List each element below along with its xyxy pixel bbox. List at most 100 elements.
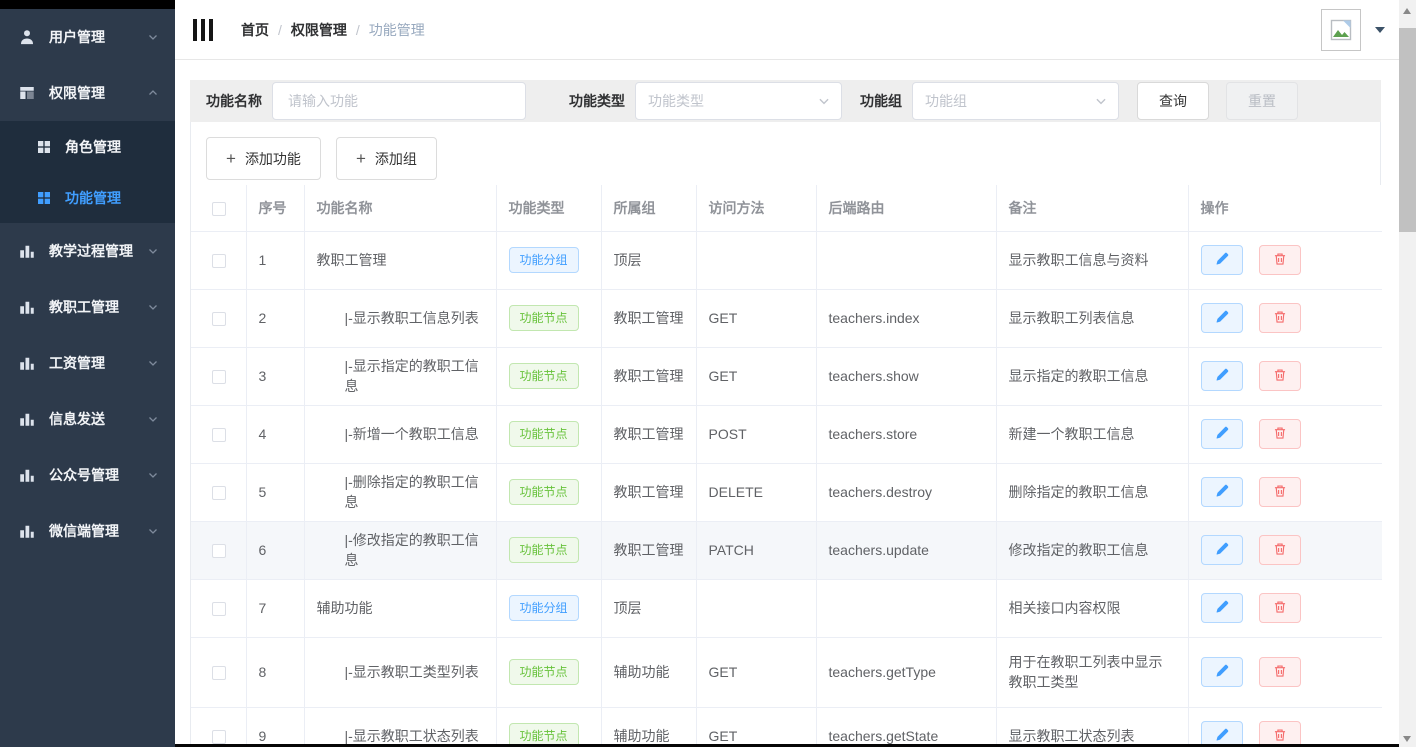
type-filter-label: 功能类型	[569, 93, 625, 109]
add-group-button[interactable]: 添加组	[335, 137, 437, 180]
cell-remark: 相关接口内容权限	[996, 579, 1189, 638]
edit-button[interactable]	[1200, 361, 1243, 391]
cell-method: GET	[696, 707, 817, 747]
cell-group: 顶层	[601, 579, 697, 638]
group-filter-placeholder: 功能组	[925, 93, 967, 109]
type-filter-select[interactable]: 功能类型	[635, 82, 842, 120]
edit-button[interactable]	[1200, 535, 1243, 565]
cell-type: 功能节点	[496, 521, 602, 580]
sidebar-item-wechat-management[interactable]: 微信端管理	[0, 503, 175, 559]
reset-button[interactable]: 重置	[1226, 82, 1298, 120]
name-filter-input[interactable]	[272, 82, 526, 120]
cell-type: 功能节点	[496, 347, 602, 406]
table-row: 8 |-显示教职工类型列表 功能节点 辅助功能 GET teachers.getType 用…	[191, 637, 1382, 708]
pencil-icon	[1215, 664, 1229, 681]
cell-route: teachers.show	[816, 347, 997, 406]
sidebar-item-salary-management[interactable]: 工资管理	[0, 335, 175, 391]
sidebar-item-teaching-process-management[interactable]: 教学过程管理	[0, 223, 175, 279]
cell-type: 功能节点	[496, 289, 602, 348]
cell-remark: 显示教职工列表信息	[996, 289, 1189, 348]
trash-icon	[1273, 484, 1287, 501]
row-checkbox[interactable]	[212, 730, 226, 745]
breadcrumb-current: 功能管理	[368, 21, 425, 38]
row-checkbox[interactable]	[212, 602, 226, 617]
cell-actions	[1188, 289, 1382, 348]
delete-button[interactable]	[1258, 303, 1301, 333]
edit-button[interactable]	[1200, 303, 1243, 333]
cell-checkbox	[191, 405, 247, 464]
table-row: 4 |-新增一个教职工信息 功能节点 教职工管理 POST teachers.store 新…	[191, 405, 1382, 464]
cell-remark: 用于在教职工列表中显示教职工类型	[996, 637, 1189, 708]
row-checkbox[interactable]	[212, 312, 226, 327]
bar-chart-icon	[18, 242, 36, 260]
edit-button[interactable]	[1200, 593, 1243, 623]
function-group-tag: 功能分组	[508, 247, 579, 273]
sidebar-item-official-account-management[interactable]: 公众号管理	[0, 447, 175, 503]
scroll-down-button[interactable]	[1403, 736, 1411, 742]
row-checkbox[interactable]	[212, 254, 226, 269]
delete-button[interactable]	[1258, 361, 1301, 391]
cell-remark: 新建一个教职工信息	[996, 405, 1189, 464]
cell-type: 功能节点	[496, 707, 602, 747]
avatar[interactable]	[1321, 8, 1361, 51]
group-filter-select[interactable]: 功能组	[912, 82, 1119, 120]
delete-button[interactable]	[1258, 593, 1301, 623]
table-toolbar: 添加功能 添加组	[191, 122, 1380, 185]
delete-button[interactable]	[1258, 419, 1301, 449]
sidebar-item-function-management[interactable]: 功能管理	[0, 172, 175, 223]
sidebar-item-staff-management[interactable]: 教职工管理	[0, 279, 175, 335]
hamburger-icon[interactable]	[193, 18, 215, 41]
name-filter-label: 功能名称	[206, 93, 262, 109]
row-checkbox[interactable]	[212, 370, 226, 385]
edit-button[interactable]	[1200, 419, 1243, 449]
delete-button[interactable]	[1258, 245, 1301, 275]
chevron-down-icon	[147, 469, 159, 481]
row-checkbox[interactable]	[212, 428, 226, 443]
edit-button[interactable]	[1200, 657, 1243, 687]
breadcrumb-home[interactable]: 首页	[241, 20, 269, 40]
cell-type: 功能分组	[496, 231, 602, 290]
cell-method: POST	[696, 405, 817, 464]
trash-icon	[1273, 600, 1287, 617]
cell-name: |-显示指定的教职工信息	[304, 347, 497, 406]
chevron-down-icon	[147, 31, 159, 43]
breadcrumb: 首页 / 权限管理 / 功能管理	[241, 20, 425, 40]
row-checkbox[interactable]	[212, 666, 226, 681]
pencil-icon	[1215, 484, 1229, 501]
function-node-tag: 功能节点	[508, 421, 579, 447]
delete-button[interactable]	[1258, 657, 1301, 687]
sidebar-item-role-management[interactable]: 角色管理	[0, 121, 175, 172]
broken-image-icon	[1330, 19, 1352, 40]
add-function-button[interactable]: 添加功能	[206, 137, 321, 180]
cell-no: 3	[246, 347, 305, 406]
cell-group: 教职工管理	[601, 405, 697, 464]
scroll-up-button[interactable]	[1403, 8, 1411, 14]
grid-icon	[36, 139, 52, 155]
cell-actions	[1188, 521, 1382, 580]
edit-button[interactable]	[1200, 245, 1243, 275]
select-all-checkbox[interactable]	[212, 201, 226, 216]
dropdown-caret-icon[interactable]	[1375, 26, 1385, 33]
row-checkbox[interactable]	[212, 486, 226, 501]
scrollbar-thumb[interactable]	[1399, 28, 1416, 232]
pencil-icon	[1215, 728, 1229, 745]
cell-no: 1	[246, 231, 305, 290]
sidebar-item-label: 权限管理	[49, 85, 105, 101]
delete-button[interactable]	[1258, 477, 1301, 507]
cell-type: 功能节点	[496, 405, 602, 464]
sidebar-item-user-management[interactable]: 用户管理	[0, 9, 175, 65]
sidebar-item-label: 用户管理	[49, 29, 105, 45]
add-group-label: 添加组	[374, 150, 417, 167]
trash-icon	[1273, 542, 1287, 559]
row-checkbox[interactable]	[212, 544, 226, 559]
breadcrumb-section[interactable]: 权限管理	[291, 20, 347, 40]
search-button[interactable]: 查询	[1137, 82, 1209, 120]
cell-method: GET	[696, 347, 817, 406]
sidebar-item-permission-management[interactable]: 权限管理	[0, 65, 175, 121]
cell-no: 2	[246, 289, 305, 348]
delete-button[interactable]	[1258, 535, 1301, 565]
sidebar-item-message-sending[interactable]: 信息发送	[0, 391, 175, 447]
edit-button[interactable]	[1200, 477, 1243, 507]
column-header: 功能类型	[496, 185, 602, 232]
cell-type: 功能分组	[496, 579, 602, 638]
